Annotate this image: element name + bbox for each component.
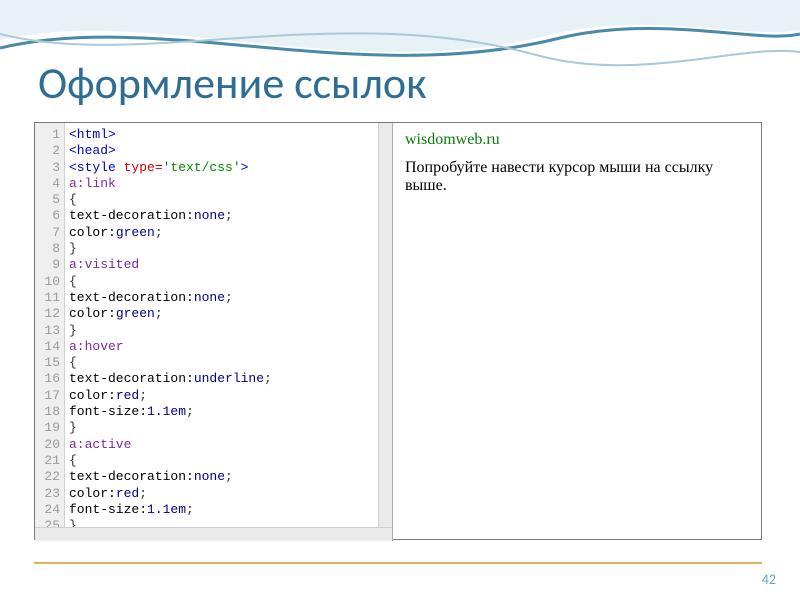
preview-body-text: Попробуйте навести курсор мыши на ссылку… bbox=[405, 159, 751, 195]
page-number: 42 bbox=[762, 571, 776, 588]
editor-preview-panel: 1234567891011121314151617181920212223242… bbox=[34, 122, 762, 540]
code-content[interactable]: <html><head><style type='text/css'>a:lin… bbox=[65, 123, 392, 541]
footer-accent-line bbox=[34, 562, 762, 564]
slide-title: Оформление ссылок bbox=[38, 56, 427, 110]
vertical-scrollbar[interactable] bbox=[378, 123, 392, 541]
preview-link[interactable]: wisdomweb.ru bbox=[405, 131, 500, 149]
preview-pane: wisdomweb.ru Попробуйте навести курсор м… bbox=[393, 123, 763, 541]
horizontal-scrollbar[interactable] bbox=[35, 527, 392, 541]
line-number-gutter: 1234567891011121314151617181920212223242… bbox=[35, 123, 65, 541]
code-editor[interactable]: 1234567891011121314151617181920212223242… bbox=[35, 123, 393, 541]
